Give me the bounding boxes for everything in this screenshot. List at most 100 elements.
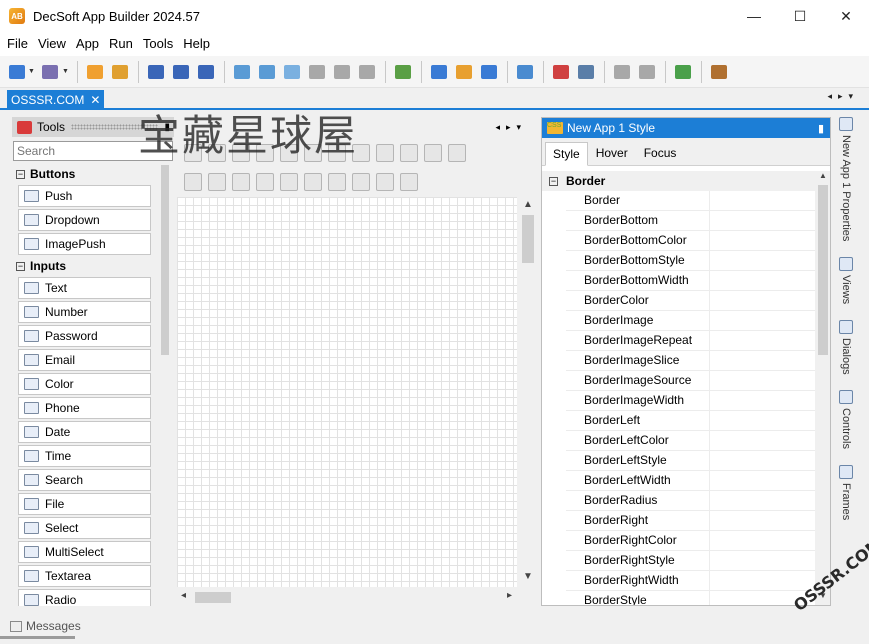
- property-value[interactable]: [710, 431, 815, 450]
- close-tab-icon[interactable]: ✕: [90, 93, 100, 107]
- toolbar-button-9[interactable]: [256, 61, 278, 83]
- tab-focus[interactable]: Focus: [636, 141, 685, 165]
- minimize-button[interactable]: —: [731, 0, 777, 32]
- property-value[interactable]: [710, 351, 815, 370]
- maximize-button[interactable]: ☐: [777, 0, 823, 32]
- collapse-icon[interactable]: −: [549, 176, 558, 186]
- tool-item-dropdown[interactable]: Dropdown: [18, 209, 151, 231]
- toolbar-button-1[interactable]: [6, 61, 28, 83]
- designer-edit-button[interactable]: [328, 173, 346, 191]
- side-tab-frames[interactable]: Frames: [835, 465, 857, 520]
- design-canvas[interactable]: [177, 197, 517, 587]
- canvas-hscroll-thumb[interactable]: [195, 592, 231, 603]
- toolbar-button-10[interactable]: [281, 61, 303, 83]
- property-value[interactable]: [710, 451, 815, 470]
- toolbar-button-16[interactable]: [453, 61, 475, 83]
- tools-scroll-thumb[interactable]: [161, 165, 169, 355]
- property-group-border[interactable]: − Border: [542, 171, 815, 191]
- tab-hover[interactable]: Hover: [588, 141, 636, 165]
- property-value[interactable]: [710, 331, 815, 350]
- property-value[interactable]: [710, 571, 815, 590]
- property-row[interactable]: BorderLeftStyle: [566, 451, 815, 471]
- properties-scroll-thumb[interactable]: [818, 185, 828, 355]
- designer-tool-button[interactable]: [424, 144, 442, 162]
- property-value[interactable]: [710, 471, 815, 490]
- canvas-horizontal-scrollbar[interactable]: ◂ ▸: [177, 589, 517, 605]
- scroll-left-icon[interactable]: ◂: [181, 590, 186, 601]
- tool-item-time[interactable]: Time: [18, 445, 151, 467]
- tool-group-buttons[interactable]: − Buttons: [12, 165, 158, 183]
- menu-tools[interactable]: Tools: [138, 32, 178, 56]
- property-row[interactable]: BorderRightStyle: [566, 551, 815, 571]
- property-value[interactable]: [710, 511, 815, 530]
- toolbar-button-12[interactable]: [331, 61, 353, 83]
- property-row[interactable]: BorderImageWidth: [566, 391, 815, 411]
- toolbar-button-17[interactable]: [478, 61, 500, 83]
- tool-item-select[interactable]: Select: [18, 517, 151, 539]
- property-row[interactable]: BorderRightWidth: [566, 571, 815, 591]
- designer-tool-button[interactable]: [448, 144, 466, 162]
- messages-tab[interactable]: Messages: [10, 619, 81, 633]
- tool-item-password[interactable]: Password: [18, 325, 151, 347]
- toolbar-button-8[interactable]: [231, 61, 253, 83]
- toolbar-button-15[interactable]: [428, 61, 450, 83]
- tool-item-push[interactable]: Push: [18, 185, 151, 207]
- tool-item-color[interactable]: Color: [18, 373, 151, 395]
- designer-edit-button[interactable]: [208, 173, 226, 191]
- property-row[interactable]: BorderColor: [566, 291, 815, 311]
- props-scroll-up-icon[interactable]: ▲: [819, 171, 827, 180]
- tool-item-number[interactable]: Number: [18, 301, 151, 323]
- property-value[interactable]: [710, 531, 815, 550]
- tool-item-email[interactable]: Email: [18, 349, 151, 371]
- tool-item-textarea[interactable]: Textarea: [18, 565, 151, 587]
- tool-item-date[interactable]: Date: [18, 421, 151, 443]
- menu-app[interactable]: App: [71, 32, 104, 56]
- designer-tool-button[interactable]: [376, 144, 394, 162]
- property-row[interactable]: BorderBottomColor: [566, 231, 815, 251]
- collapse-icon[interactable]: −: [16, 169, 25, 179]
- tool-item-radio[interactable]: Radio: [18, 589, 151, 606]
- property-row[interactable]: BorderImage: [566, 311, 815, 331]
- toolbar-button-23[interactable]: [672, 61, 694, 83]
- property-row[interactable]: BorderBottomStyle: [566, 251, 815, 271]
- toolbar-button-4[interactable]: [109, 61, 131, 83]
- toolbar-button-11[interactable]: [306, 61, 328, 83]
- property-value[interactable]: [710, 551, 815, 570]
- property-row[interactable]: BorderRight: [566, 511, 815, 531]
- toolbar-button-7[interactable]: [195, 61, 217, 83]
- canvas-vertical-scrollbar[interactable]: ▲ ▼: [519, 197, 535, 587]
- side-tab-dialogs[interactable]: Dialogs: [835, 320, 857, 375]
- menu-view[interactable]: View: [33, 32, 71, 56]
- property-row[interactable]: BorderImageSlice: [566, 351, 815, 371]
- designer-edit-button[interactable]: [256, 173, 274, 191]
- property-row[interactable]: Border: [566, 191, 815, 211]
- properties-scrollbar[interactable]: ▲ ▼: [815, 171, 830, 605]
- dropdown-caret-icon[interactable]: ▼: [62, 68, 69, 75]
- property-row[interactable]: BorderBottomWidth: [566, 271, 815, 291]
- dropdown-caret-icon[interactable]: ▼: [28, 68, 35, 75]
- toolbar-button-19[interactable]: [550, 61, 572, 83]
- menu-help[interactable]: Help: [178, 32, 215, 56]
- property-row[interactable]: BorderLeftColor: [566, 431, 815, 451]
- designer-edit-button[interactable]: [376, 173, 394, 191]
- tool-item-text[interactable]: Text: [18, 277, 151, 299]
- property-row[interactable]: BorderLeftWidth: [566, 471, 815, 491]
- document-tab[interactable]: OSSSR.COM ✕: [7, 90, 105, 110]
- property-value[interactable]: [710, 251, 815, 270]
- property-value[interactable]: [710, 191, 815, 210]
- property-row[interactable]: BorderRightColor: [566, 531, 815, 551]
- toolbar-button-13[interactable]: [356, 61, 378, 83]
- toolbar-button-20[interactable]: [575, 61, 597, 83]
- scroll-right-icon[interactable]: ▸: [507, 590, 512, 601]
- property-value[interactable]: [710, 391, 815, 410]
- tool-item-file[interactable]: File: [18, 493, 151, 515]
- toolbar-button-2[interactable]: [39, 61, 61, 83]
- designer-edit-button[interactable]: [352, 173, 370, 191]
- canvas-vscroll-thumb[interactable]: [522, 215, 534, 263]
- property-value[interactable]: [710, 311, 815, 330]
- tool-item-phone[interactable]: Phone: [18, 397, 151, 419]
- menu-file[interactable]: File: [2, 32, 33, 56]
- pin-icon[interactable]: ▮: [818, 122, 824, 135]
- property-value[interactable]: [710, 211, 815, 230]
- property-row[interactable]: BorderStyle: [566, 591, 815, 605]
